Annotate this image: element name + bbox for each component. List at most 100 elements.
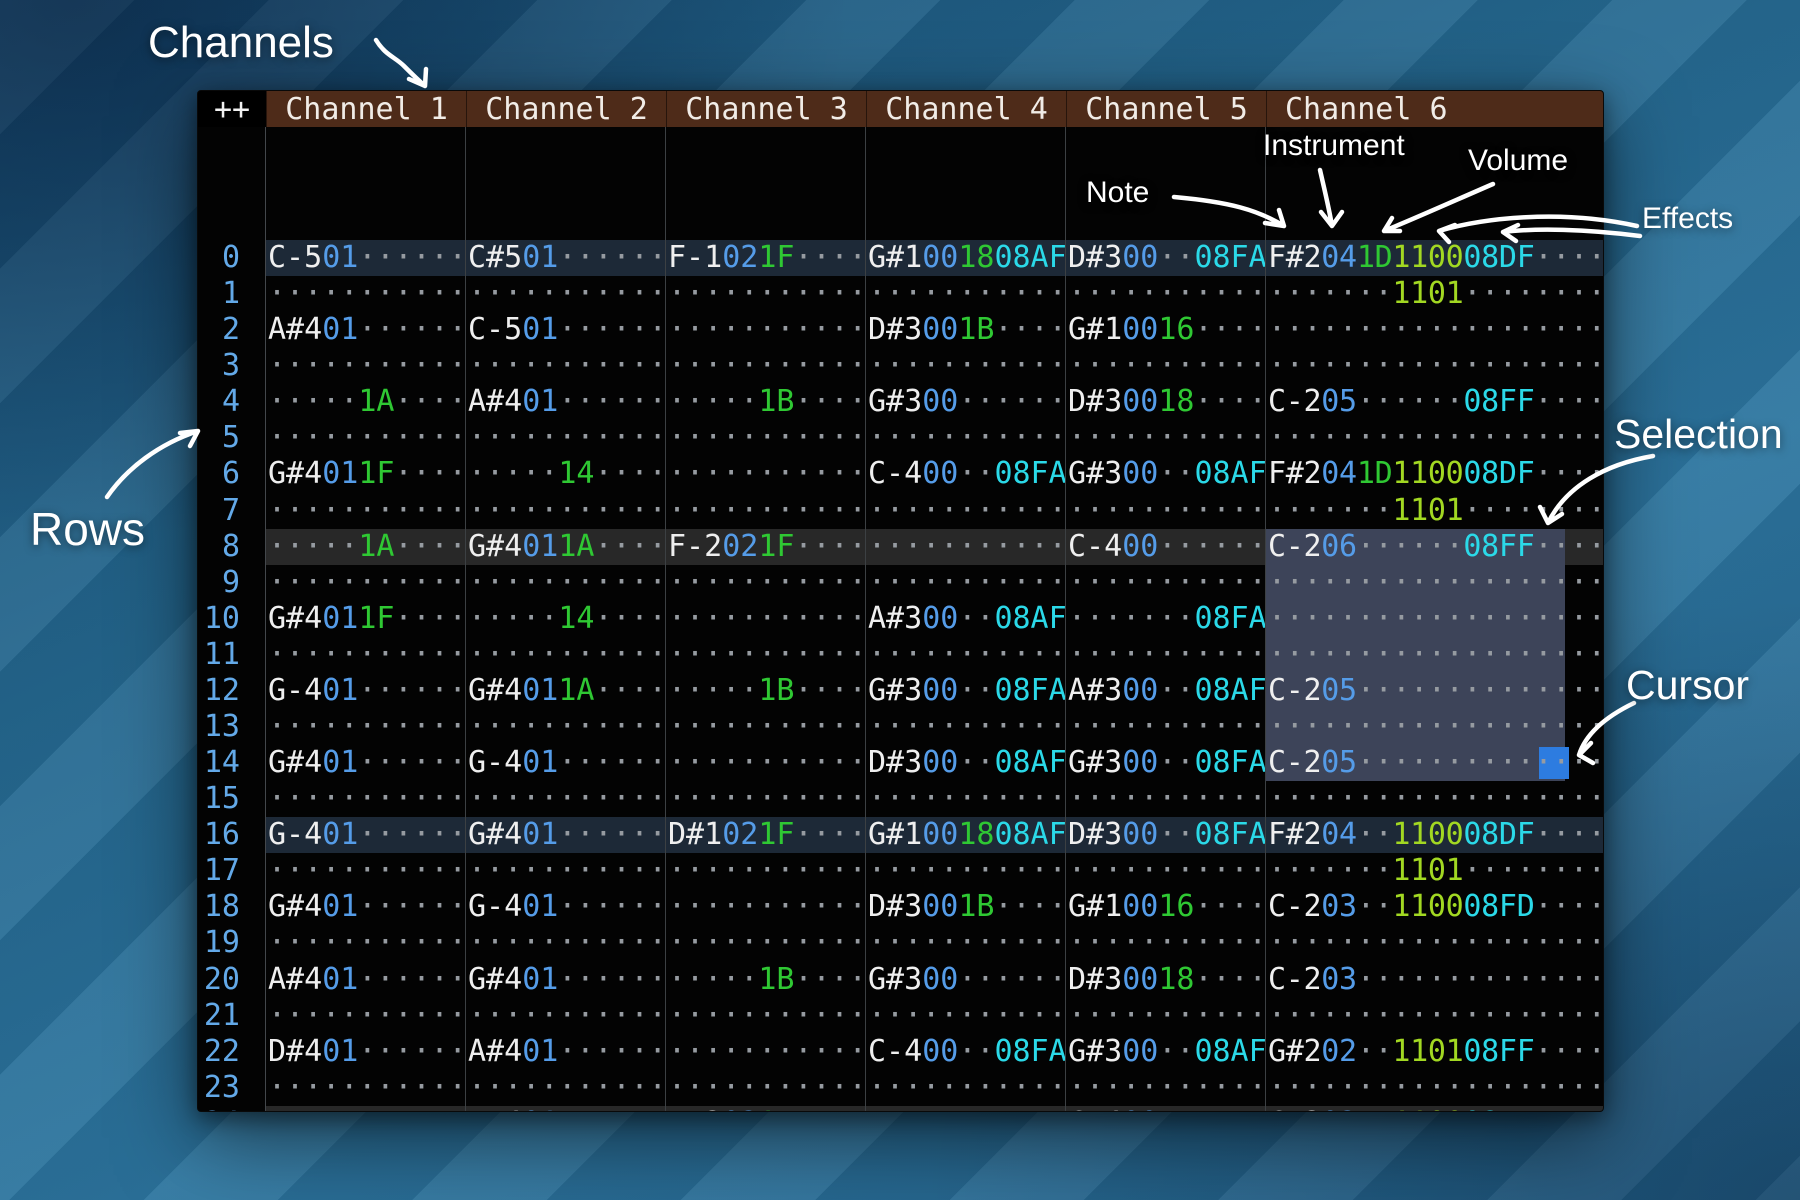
pattern-cell-ch1-row0[interactable]: C-501······ (266, 240, 466, 276)
channel-header-3[interactable]: Channel 3 (666, 91, 866, 127)
pattern-cell-ch2-row8[interactable]: G#4011A···· (466, 529, 666, 565)
pattern-cell-ch3-row22[interactable]: ··········· (666, 1034, 866, 1070)
pattern-cell-ch3-row15[interactable]: ··········· (666, 781, 866, 817)
pattern-cell-ch4-row10[interactable]: A#300··08AF (866, 601, 1066, 637)
pattern-cell-ch1-row11[interactable]: ··········· (266, 637, 466, 673)
pattern-cell-ch3-row11[interactable]: ··········· (666, 637, 866, 673)
pattern-cell-ch5-row19[interactable]: ··········· (1066, 925, 1266, 961)
pattern-cell-ch2-row13[interactable]: ··········· (466, 709, 666, 745)
pattern-cell-ch1-row16[interactable]: G-401······ (266, 817, 466, 853)
pattern-cell-ch3-row4[interactable]: ·····1B···· (666, 384, 866, 420)
pattern-cell-ch1-row13[interactable]: ··········· (266, 709, 466, 745)
pattern-cell-ch2-row16[interactable]: G#401······ (466, 817, 666, 853)
pattern-cell-ch2-row22[interactable]: A#401······ (466, 1034, 666, 1070)
pattern-cell-ch6-row6[interactable]: F#2041D110008DF···· (1266, 456, 1604, 492)
pattern-cell-ch1-row5[interactable]: ··········· (266, 420, 466, 456)
pattern-cell-ch6-row11[interactable]: ··················· (1266, 637, 1604, 673)
pattern-cell-ch4-row23[interactable]: ··········· (866, 1070, 1066, 1106)
pattern-cell-ch1-row7[interactable]: ··········· (266, 493, 466, 529)
pattern-cell-ch6-row16[interactable]: F#204··110008DF···· (1266, 817, 1604, 853)
pattern-cell-ch1-row17[interactable]: ··········· (266, 853, 466, 889)
pattern-cell-ch5-row4[interactable]: D#30018···· (1066, 384, 1266, 420)
pattern-cell-ch6-row14[interactable]: C-205·············· (1266, 745, 1604, 781)
pattern-cell-ch2-row2[interactable]: C-501······ (466, 312, 666, 348)
pattern-cell-ch2-row5[interactable]: ··········· (466, 420, 666, 456)
pattern-cell-ch4-row4[interactable]: G#300······ (866, 384, 1066, 420)
pattern-cell-ch2-row11[interactable]: ··········· (466, 637, 666, 673)
pattern-cell-ch6-row9[interactable]: ··················· (1266, 565, 1604, 601)
pattern-cell-ch6-row21[interactable]: ··················· (1266, 998, 1604, 1034)
pattern-cell-ch1-row15[interactable]: ··········· (266, 781, 466, 817)
add-channel-button[interactable]: ++ (198, 91, 266, 127)
pattern-cell-ch4-row0[interactable]: G#1001808AF (866, 240, 1066, 276)
pattern-cell-ch2-row23[interactable]: ··········· (466, 1070, 666, 1106)
pattern-cell-ch1-row2[interactable]: A#401······ (266, 312, 466, 348)
pattern-cell-ch3-row6[interactable]: ··········· (666, 456, 866, 492)
pattern-cell-ch3-row24[interactable]: D#2021F···· (666, 1106, 866, 1112)
pattern-cell-ch3-row0[interactable]: F-1021F···· (666, 240, 866, 276)
pattern-cell-ch2-row0[interactable]: C#501······ (466, 240, 666, 276)
pattern-cell-ch4-row2[interactable]: D#3001B···· (866, 312, 1066, 348)
pattern-cell-ch2-row6[interactable]: ·····14···· (466, 456, 666, 492)
pattern-cell-ch2-row15[interactable]: ··········· (466, 781, 666, 817)
pattern-cell-ch3-row14[interactable]: ··········· (666, 745, 866, 781)
pattern-cell-ch5-row7[interactable]: ··········· (1066, 493, 1266, 529)
pattern-cell-ch4-row17[interactable]: ··········· (866, 853, 1066, 889)
pattern-cell-ch6-row5[interactable]: ··················· (1266, 420, 1604, 456)
pattern-cell-ch6-row12[interactable]: C-205·············· (1266, 673, 1604, 709)
pattern-cell-ch4-row15[interactable]: ··········· (866, 781, 1066, 817)
pattern-cell-ch4-row20[interactable]: G#300······ (866, 962, 1066, 998)
channel-header-5[interactable]: Channel 5 (1066, 91, 1266, 127)
pattern-cell-ch3-row13[interactable]: ··········· (666, 709, 866, 745)
pattern-cell-ch5-row11[interactable]: ··········· (1066, 637, 1266, 673)
pattern-cell-ch4-row21[interactable]: ··········· (866, 998, 1066, 1034)
pattern-cell-ch2-row17[interactable]: ··········· (466, 853, 666, 889)
pattern-cell-ch1-row4[interactable]: ·····1A···· (266, 384, 466, 420)
pattern-cell-ch3-row8[interactable]: F-2021F···· (666, 529, 866, 565)
pattern-cell-ch5-row21[interactable]: ··········· (1066, 998, 1266, 1034)
pattern-cell-ch3-row10[interactable]: ··········· (666, 601, 866, 637)
pattern-cell-ch1-row21[interactable]: ··········· (266, 998, 466, 1034)
pattern-cell-ch6-row22[interactable]: G#202··110108FF···· (1266, 1034, 1604, 1070)
pattern-cell-ch6-row4[interactable]: C-205······08FF···· (1266, 384, 1604, 420)
pattern-cell-ch4-row7[interactable]: ··········· (866, 493, 1066, 529)
pattern-cell-ch6-row18[interactable]: C-203··110008FD···· (1266, 889, 1604, 925)
pattern-cell-ch1-row6[interactable]: G#4011F···· (266, 456, 466, 492)
pattern-cell-ch4-row18[interactable]: D#3001B···· (866, 889, 1066, 925)
pattern-cell-ch3-row23[interactable]: ··········· (666, 1070, 866, 1106)
pattern-cell-ch4-row6[interactable]: C-400··08FA (866, 456, 1066, 492)
pattern-cell-ch5-row8[interactable]: C-400······ (1066, 529, 1266, 565)
pattern-cell-ch2-row20[interactable]: G#401······ (466, 962, 666, 998)
pattern-cell-ch1-row20[interactable]: A#401······ (266, 962, 466, 998)
pattern-cell-ch6-row1[interactable]: ·······1101········ (1266, 276, 1604, 312)
pattern-cell-ch4-row9[interactable]: ··········· (866, 565, 1066, 601)
pattern-cell-ch2-row4[interactable]: A#401······ (466, 384, 666, 420)
channel-header-4[interactable]: Channel 4 (866, 91, 1066, 127)
pattern-cell-ch6-row15[interactable]: ··················· (1266, 781, 1604, 817)
channel-header-6[interactable]: Channel 6 (1266, 91, 1604, 127)
pattern-cell-ch4-row22[interactable]: C-400··08FA (866, 1034, 1066, 1070)
pattern-cell-ch3-row21[interactable]: ··········· (666, 998, 866, 1034)
pattern-cell-ch4-row8[interactable]: ··········· (866, 529, 1066, 565)
pattern-cell-ch5-row6[interactable]: G#300··08AF (1066, 456, 1266, 492)
pattern-cell-ch5-row13[interactable]: ··········· (1066, 709, 1266, 745)
pattern-cell-ch5-row15[interactable]: ··········· (1066, 781, 1266, 817)
pattern-cell-ch5-row23[interactable]: ··········· (1066, 1070, 1266, 1106)
pattern-cell-ch6-row13[interactable]: ··················· (1266, 709, 1604, 745)
pattern-cell-ch4-row5[interactable]: ··········· (866, 420, 1066, 456)
pattern-cell-ch3-row7[interactable]: ··········· (666, 493, 866, 529)
pattern-cell-ch1-row10[interactable]: G#4011F···· (266, 601, 466, 637)
pattern-cell-ch1-row24[interactable]: ··········· (266, 1106, 466, 1112)
pattern-cell-ch1-row19[interactable]: ··········· (266, 925, 466, 961)
pattern-cell-ch6-row3[interactable]: ··················· (1266, 348, 1604, 384)
pattern-cell-ch2-row21[interactable]: ··········· (466, 998, 666, 1034)
pattern-cell-ch3-row2[interactable]: ··········· (666, 312, 866, 348)
pattern-cell-ch2-row10[interactable]: ·····14···· (466, 601, 666, 637)
pattern-cell-ch3-row12[interactable]: ·····1B···· (666, 673, 866, 709)
pattern-cell-ch5-row3[interactable]: ··········· (1066, 348, 1266, 384)
pattern-cell-ch6-row0[interactable]: F#2041D110008DF···· (1266, 240, 1604, 276)
pattern-cell-ch2-row9[interactable]: ··········· (466, 565, 666, 601)
pattern-cell-ch3-row5[interactable]: ··········· (666, 420, 866, 456)
pattern-cell-ch3-row18[interactable]: ··········· (666, 889, 866, 925)
pattern-cell-ch2-row1[interactable]: ··········· (466, 276, 666, 312)
